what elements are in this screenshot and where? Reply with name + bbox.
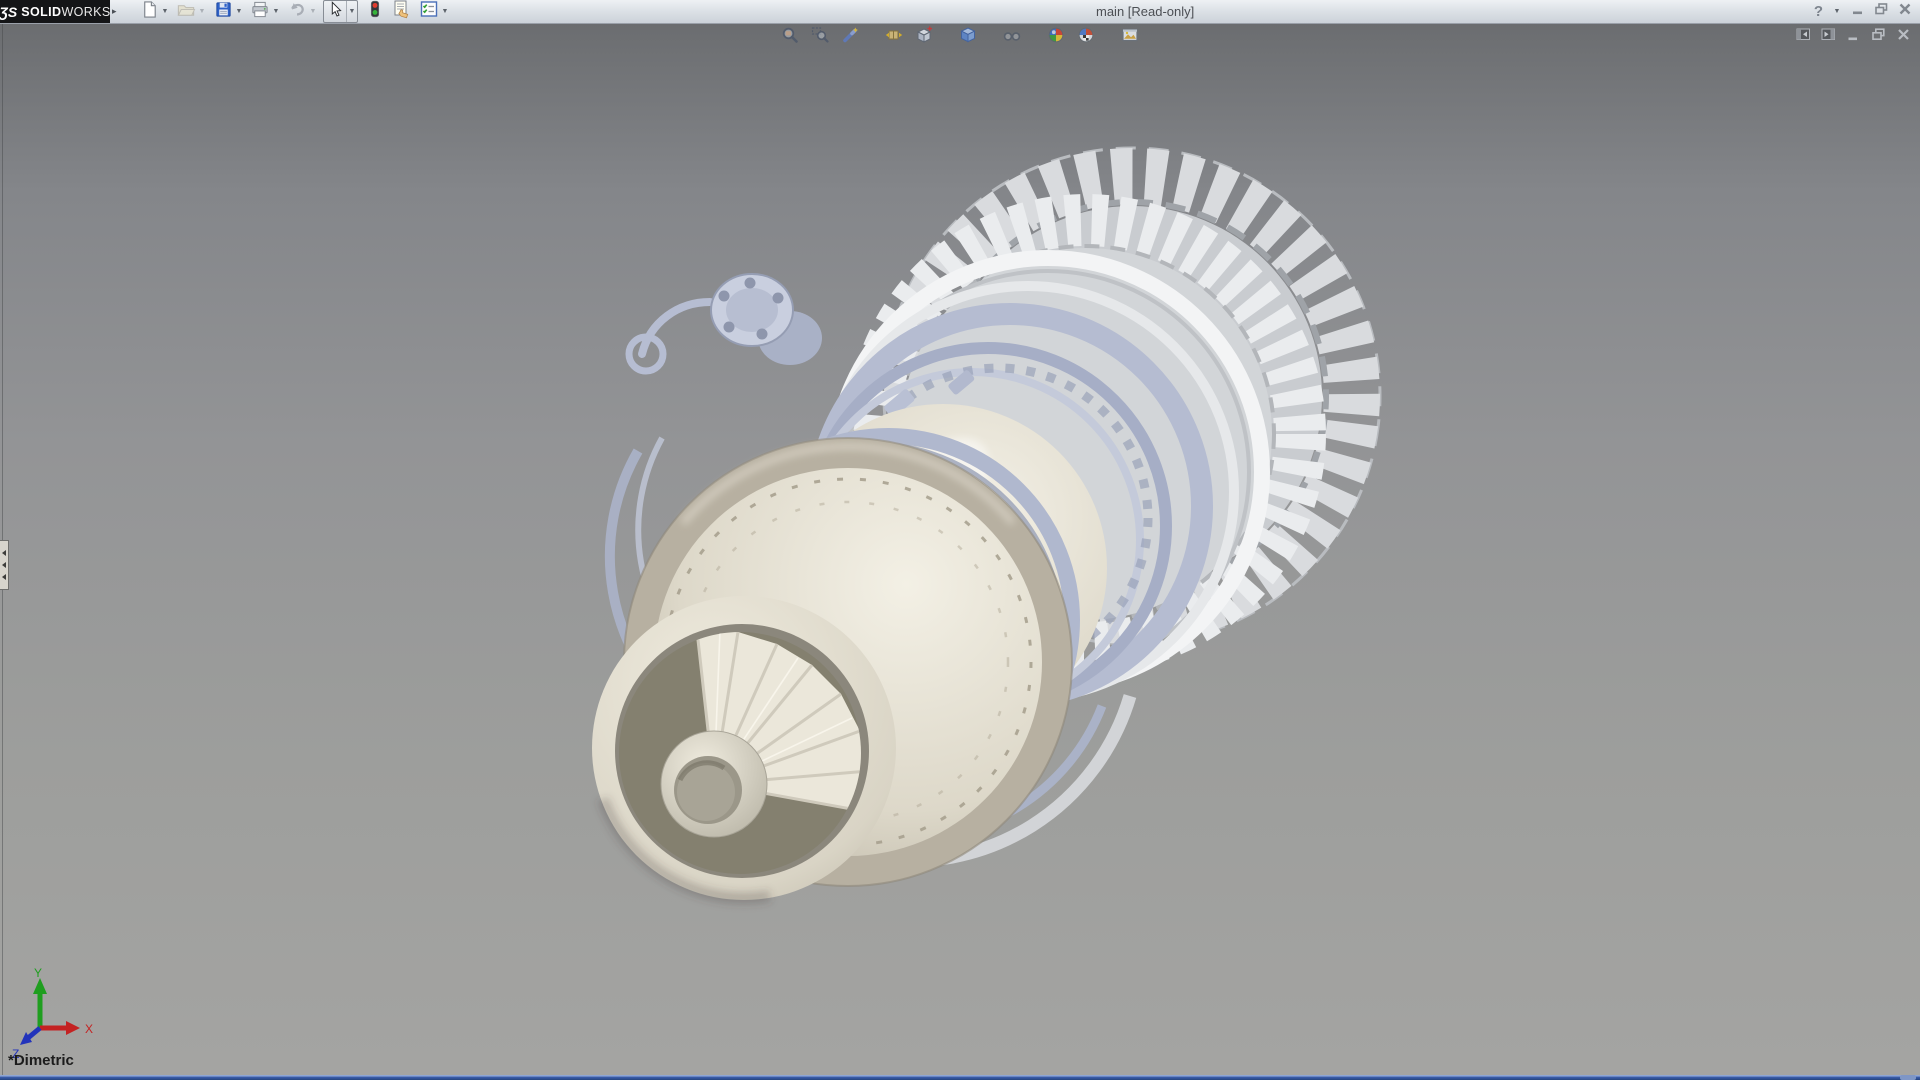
open-dropdown-caret[interactable]: ▼	[197, 1, 207, 22]
exhaust-hub[interactable]	[660, 730, 768, 838]
edit-appearance-icon	[1047, 26, 1065, 49]
open-button[interactable]	[175, 1, 197, 22]
fuel-line-pipe[interactable]	[625, 298, 714, 375]
zoom-to-area-icon	[811, 26, 829, 49]
doc-minimize-icon	[1846, 27, 1861, 47]
help-icon: ?	[1813, 3, 1823, 20]
doc-close-button[interactable]	[1895, 28, 1912, 45]
new-dropdown-caret[interactable]: ▼	[160, 1, 170, 22]
hide-show-items-button[interactable]	[1001, 26, 1023, 48]
select-tool-button[interactable]: ▼	[323, 0, 358, 23]
pane-left-icon	[1796, 27, 1811, 47]
y-axis-label: Y	[34, 968, 42, 980]
help-dropdown-caret[interactable]: ▼	[1832, 1, 1842, 22]
print-button[interactable]	[249, 1, 271, 22]
resize-grip	[1900, 1075, 1916, 1080]
doc-minimize-button[interactable]	[1845, 28, 1862, 45]
restore-icon	[1874, 2, 1889, 21]
select-cursor-icon	[326, 0, 344, 24]
minimize-icon	[1851, 2, 1865, 21]
options-button[interactable]	[418, 1, 440, 22]
pane-right-button[interactable]	[1820, 28, 1837, 45]
file-properties-button[interactable]	[391, 0, 413, 24]
3d-viewport[interactable]: Y X Z *Dimetric	[0, 24, 1920, 1075]
toolbar-overflow-arrow[interactable]: ▸	[112, 5, 122, 18]
section-view-button[interactable]	[883, 26, 905, 48]
minimize-button[interactable]	[1851, 0, 1865, 23]
zoom-to-fit-icon	[781, 26, 799, 49]
pane-left-button[interactable]	[1795, 28, 1812, 45]
hide-show-items-icon	[1003, 26, 1021, 49]
zoom-to-area-button[interactable]	[809, 26, 831, 48]
logo-brand-bold: SOLID	[21, 4, 62, 19]
apply-scene-button[interactable]	[1075, 26, 1097, 48]
accessory-flange[interactable]	[710, 273, 822, 365]
rebuild-button[interactable]	[364, 0, 386, 24]
main-toolbar: ▼ ▼ ▼ ▼ ▼ ▼ ▼	[138, 0, 455, 24]
apply-scene-icon	[1077, 26, 1095, 49]
options-dropdown-caret[interactable]: ▼	[440, 1, 450, 22]
open-folder-icon	[176, 0, 196, 24]
x-axis-label: X	[85, 1022, 93, 1036]
edit-appearance-button[interactable]	[1045, 26, 1067, 48]
status-strip	[0, 1075, 1920, 1080]
previous-view-icon	[841, 26, 859, 49]
restore-button[interactable]	[1874, 0, 1889, 23]
undo-icon	[287, 0, 308, 24]
save-icon	[214, 0, 233, 24]
traffic-light-icon	[366, 0, 384, 24]
display-style-button[interactable]	[957, 26, 979, 48]
window-title: main [Read-only]	[1096, 4, 1195, 19]
previous-view-button[interactable]	[839, 26, 861, 48]
view-settings-button[interactable]	[1119, 26, 1141, 48]
print-dropdown-caret[interactable]: ▼	[271, 1, 281, 22]
solidworks-logo: ƷS SOLID WORKS	[0, 0, 110, 23]
file-properties-icon	[392, 0, 412, 24]
engine-model[interactable]	[0, 24, 1920, 1075]
view-orientation-label: *Dimetric	[8, 1052, 74, 1069]
save-dropdown-caret[interactable]: ▼	[234, 1, 244, 22]
collapse-arrow-icon	[2, 574, 6, 580]
options-icon	[419, 0, 439, 24]
x-axis-arrow	[66, 1021, 80, 1035]
doc-restore-button[interactable]	[1870, 27, 1887, 47]
display-style-icon	[959, 26, 977, 49]
section-view-icon	[885, 26, 903, 49]
collapse-arrow-icon	[2, 550, 6, 556]
logo-brand-light: WORKS	[61, 4, 111, 19]
feature-panel-collapse-tab[interactable]	[0, 540, 9, 590]
collapse-arrow-icon	[2, 562, 6, 568]
select-dropdown-caret[interactable]: ▼	[346, 1, 357, 22]
heads-up-toolbar	[779, 25, 1141, 49]
close-icon	[1898, 2, 1912, 21]
help-button[interactable]: ?	[1814, 0, 1823, 23]
y-axis-arrow	[33, 978, 47, 994]
view-settings-icon	[1121, 26, 1139, 49]
doc-close-icon	[1896, 27, 1911, 47]
view-orientation-button[interactable]	[913, 25, 935, 49]
print-icon	[250, 0, 270, 24]
close-button[interactable]	[1898, 0, 1912, 23]
doc-restore-icon	[1871, 27, 1886, 47]
zoom-to-fit-button[interactable]	[779, 26, 801, 48]
app-titlebar: ƷS SOLID WORKS ▸ ▼ ▼ ▼ ▼ ▼ ▼ ▼ main [Rea…	[0, 0, 1920, 24]
new-document-icon	[140, 0, 159, 24]
view-orientation-icon	[915, 25, 933, 49]
new-document-button[interactable]	[138, 0, 160, 24]
undo-dropdown-caret[interactable]: ▼	[308, 1, 318, 22]
pane-right-icon	[1821, 27, 1836, 47]
undo-button[interactable]	[286, 1, 308, 22]
save-button[interactable]	[212, 1, 234, 22]
logo-glyph: ƷS	[0, 3, 18, 20]
document-window-controls	[1795, 27, 1912, 47]
